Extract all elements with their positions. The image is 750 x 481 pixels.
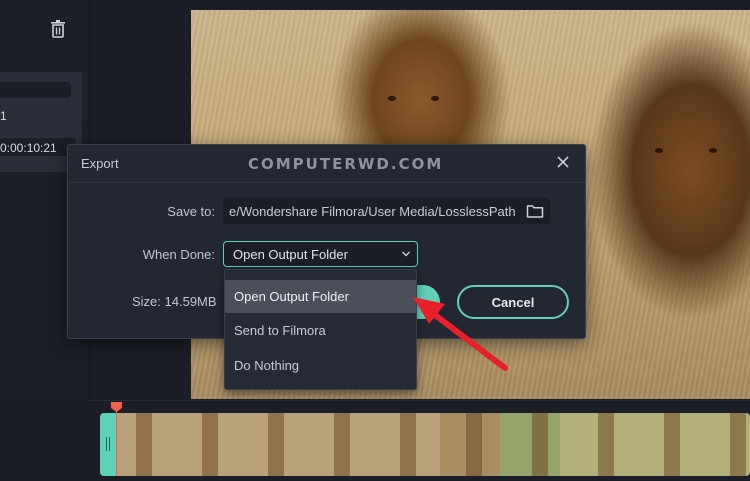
dialog-title: Export <box>81 156 119 171</box>
clip-title-bar <box>0 82 71 98</box>
title-divider <box>68 182 585 183</box>
clip-thumbnails <box>116 413 750 476</box>
when-done-dropdown: Open Output Folder Send to Filmora Do No… <box>224 269 417 390</box>
video-track-clip[interactable] <box>100 413 750 476</box>
file-size-label: Size: 14.59MB <box>132 294 217 309</box>
dropdown-option-do-nothing[interactable]: Do Nothing <box>225 349 416 382</box>
chevron-down-icon <box>402 251 410 257</box>
when-done-value: Open Output Folder <box>233 247 348 262</box>
when-done-label: When Done: <box>142 247 215 262</box>
save-path-text: e/Wondershare Filmora/User Media/Lossles… <box>229 204 516 219</box>
folder-icon[interactable] <box>526 203 544 219</box>
cancel-button[interactable]: Cancel <box>457 285 569 319</box>
dropdown-option-label: Open Output Folder <box>234 289 349 304</box>
dropdown-option-label: Do Nothing <box>234 358 300 373</box>
watermark: COMPUTERWD.COM <box>248 155 444 173</box>
playhead-line <box>116 410 117 476</box>
close-icon[interactable] <box>555 154 571 170</box>
save-path-field[interactable]: e/Wondershare Filmora/User Media/Lossles… <box>223 198 550 224</box>
when-done-select[interactable]: Open Output Folder <box>223 241 418 267</box>
dropdown-option-open-output-folder[interactable]: Open Output Folder <box>225 280 416 313</box>
clip-number: 1 <box>0 109 7 123</box>
save-to-label: Save to: <box>167 204 215 219</box>
dropdown-option-send-to-filmora[interactable]: Send to Filmora <box>225 314 416 347</box>
dropdown-option-label: Send to Filmora <box>234 323 326 338</box>
trash-icon[interactable] <box>50 20 66 38</box>
clip-trim-handle[interactable] <box>100 413 116 476</box>
clip-duration: 0:00:10:21 <box>0 141 57 155</box>
